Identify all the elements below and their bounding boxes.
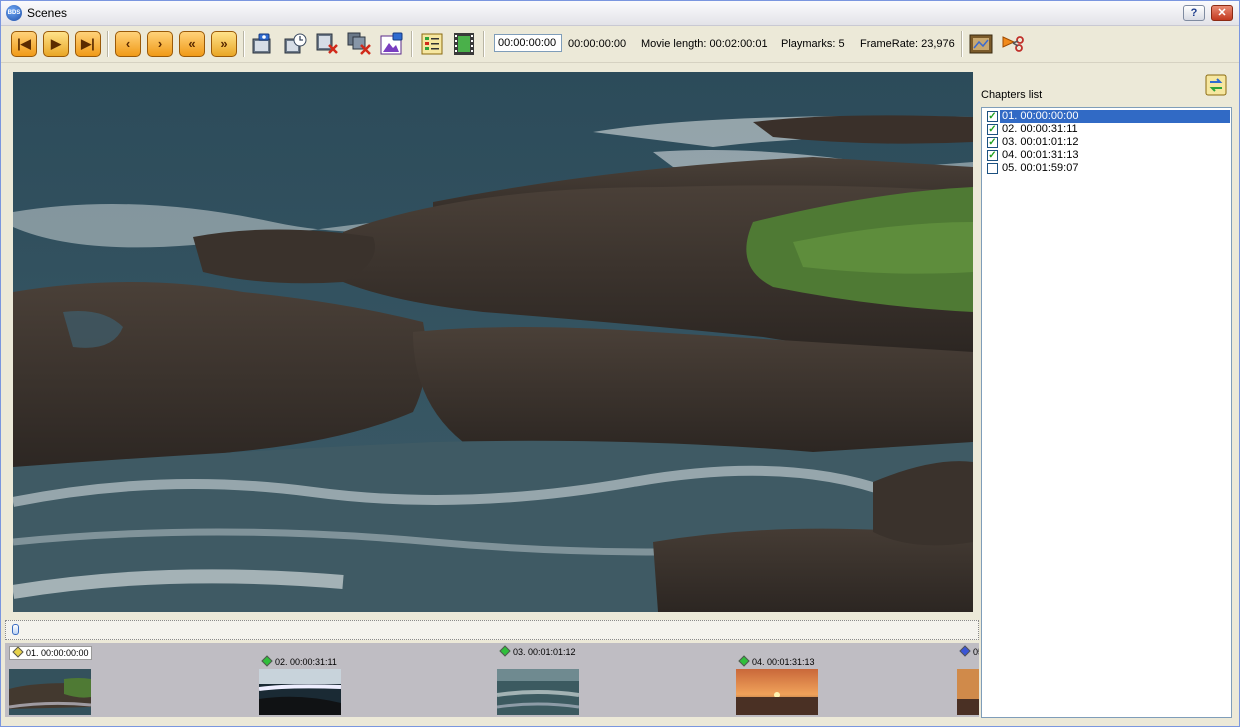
prev-chapter-button[interactable]: «	[179, 31, 205, 57]
play-button[interactable]: ▶	[43, 31, 69, 57]
film-edit-button[interactable]	[968, 31, 994, 57]
filmstrip-label: 01. 00:00:00:00	[9, 646, 92, 660]
current-time-field[interactable]: 00:00:00:00	[494, 34, 562, 52]
toolbar: |◀ ▶ ▶| ‹ › « » 00:00:00:00 00:00:00:00 …	[1, 26, 1239, 63]
help-button[interactable]: ?	[1183, 5, 1205, 21]
chapter-item[interactable]: 05. 00:01:59:07	[984, 162, 1230, 175]
filmstrip-thumbnail	[9, 669, 91, 715]
chevron-right-icon: ›	[157, 36, 163, 51]
next-chapter-button[interactable]: »	[211, 31, 237, 57]
chapter-list-settings-button[interactable]	[419, 31, 445, 57]
chevron-left-icon: ‹	[125, 36, 131, 51]
chapter-checkbox[interactable]: ✓	[987, 137, 998, 148]
sync-chapters-button[interactable]	[1204, 73, 1228, 97]
filmstrip-thumbnail	[259, 669, 341, 715]
delete-chapter-button[interactable]	[315, 31, 341, 57]
chapter-marker-icon	[738, 655, 750, 667]
film-frame-button[interactable]	[451, 31, 477, 57]
film-camera-icon	[252, 33, 271, 54]
toolbar-separator	[107, 31, 109, 57]
add-timed-chapters-button[interactable]	[283, 31, 309, 57]
filmstrip-label: 05	[957, 645, 979, 658]
filmstrip-thumbnail	[497, 669, 579, 715]
position-time: 00:00:00:00	[568, 38, 627, 50]
chapter-checkbox[interactable]: ✓	[987, 150, 998, 161]
toolbar-separator	[243, 31, 245, 57]
chapter-label: 02. 00:00:31:11	[1002, 123, 1078, 135]
chapter-label: 05. 00:01:59:07	[1002, 162, 1079, 174]
seek-bar[interactable]	[5, 620, 979, 640]
chapter-item[interactable]: ✓ 02. 00:00:31:11	[984, 123, 1230, 136]
picture-camera-icon	[380, 32, 403, 55]
title-bar: BDS Scenes ? ✕	[1, 1, 1239, 26]
filmstrip-label: 04. 00:01:31:13	[736, 655, 817, 668]
skip-last-icon: ▶|	[81, 36, 95, 51]
chapters-panel: Chapters list ✓ 01. 00:00:00:00 ✓ 02. 00…	[981, 67, 1233, 721]
chapters-list-title: Chapters list	[981, 89, 1043, 101]
filmstrip-label: 02. 00:00:31:11	[259, 655, 339, 668]
chapter-checkbox[interactable]	[987, 163, 998, 174]
toolbar-separator	[961, 31, 963, 57]
chapter-marker-icon	[499, 645, 511, 657]
cut-button[interactable]	[1000, 31, 1026, 57]
toolbar-separator	[483, 31, 485, 57]
double-chevron-left-icon: «	[188, 36, 196, 51]
delete-all-chapters-button[interactable]	[347, 31, 373, 57]
film-edit-icon	[969, 34, 993, 54]
chapter-marker-icon	[261, 655, 273, 667]
chapter-marker-icon	[12, 646, 24, 658]
chapter-checkbox[interactable]: ✓	[987, 124, 998, 135]
filmstrip-label: 03. 00:01:01:12	[497, 645, 578, 658]
chapter-label: 04. 00:01:31:13	[1002, 149, 1079, 161]
add-chapter-button[interactable]	[251, 31, 277, 57]
movie-length: Movie length: 00:02:00:01	[641, 38, 768, 50]
film-frame-icon	[454, 33, 474, 55]
chapter-item[interactable]: ✓ 01. 00:00:00:00	[984, 110, 1230, 123]
video-frame-image	[13, 72, 973, 612]
chapter-filmstrip: 01. 00:00:00:00 02. 00:00:31:11 03. 00:0…	[5, 643, 979, 717]
video-preview[interactable]	[13, 72, 973, 612]
filmstrip-thumbnail	[957, 669, 979, 715]
film-delete-icon	[316, 33, 338, 54]
seek-handle[interactable]	[12, 624, 19, 635]
chapter-item[interactable]: ✓ 03. 00:01:01:12	[984, 136, 1230, 149]
filmstrip-thumbnail	[736, 669, 818, 715]
skip-first-icon: |◀	[17, 36, 31, 51]
go-first-button[interactable]: |◀	[11, 31, 37, 57]
close-button[interactable]: ✕	[1211, 5, 1233, 21]
film-clock-icon	[284, 33, 307, 54]
frame-rate: FrameRate: 23,976	[860, 38, 955, 50]
playmarks-count: Playmarks: 5	[781, 38, 845, 50]
capture-image-button[interactable]	[379, 31, 405, 57]
prev-frame-button[interactable]: ‹	[115, 31, 141, 57]
chapter-item[interactable]: ✓ 04. 00:01:31:13	[984, 149, 1230, 162]
go-last-button[interactable]: ▶|	[75, 31, 101, 57]
list-settings-icon	[421, 33, 443, 55]
app-logo-icon: BDS	[6, 5, 22, 21]
chapter-label: 01. 00:00:00:00	[1000, 110, 1230, 123]
chapter-marker-icon	[959, 645, 971, 657]
double-chevron-right-icon: »	[220, 36, 228, 51]
film-delete-all-icon	[347, 32, 371, 55]
next-frame-button[interactable]: ›	[147, 31, 173, 57]
scenes-window: BDS Scenes ? ✕ |◀ ▶ ▶| ‹ › « » 00:00:00:…	[0, 0, 1240, 727]
toolbar-separator	[411, 31, 413, 57]
scissors-icon	[1002, 36, 1024, 52]
chapter-checkbox[interactable]: ✓	[987, 111, 998, 122]
chapters-list: ✓ 01. 00:00:00:00 ✓ 02. 00:00:31:11 ✓ 03…	[981, 107, 1232, 718]
window-title: Scenes	[27, 6, 68, 20]
refresh-list-icon	[1205, 74, 1227, 96]
play-icon: ▶	[51, 36, 61, 51]
chapter-label: 03. 00:01:01:12	[1002, 136, 1079, 148]
